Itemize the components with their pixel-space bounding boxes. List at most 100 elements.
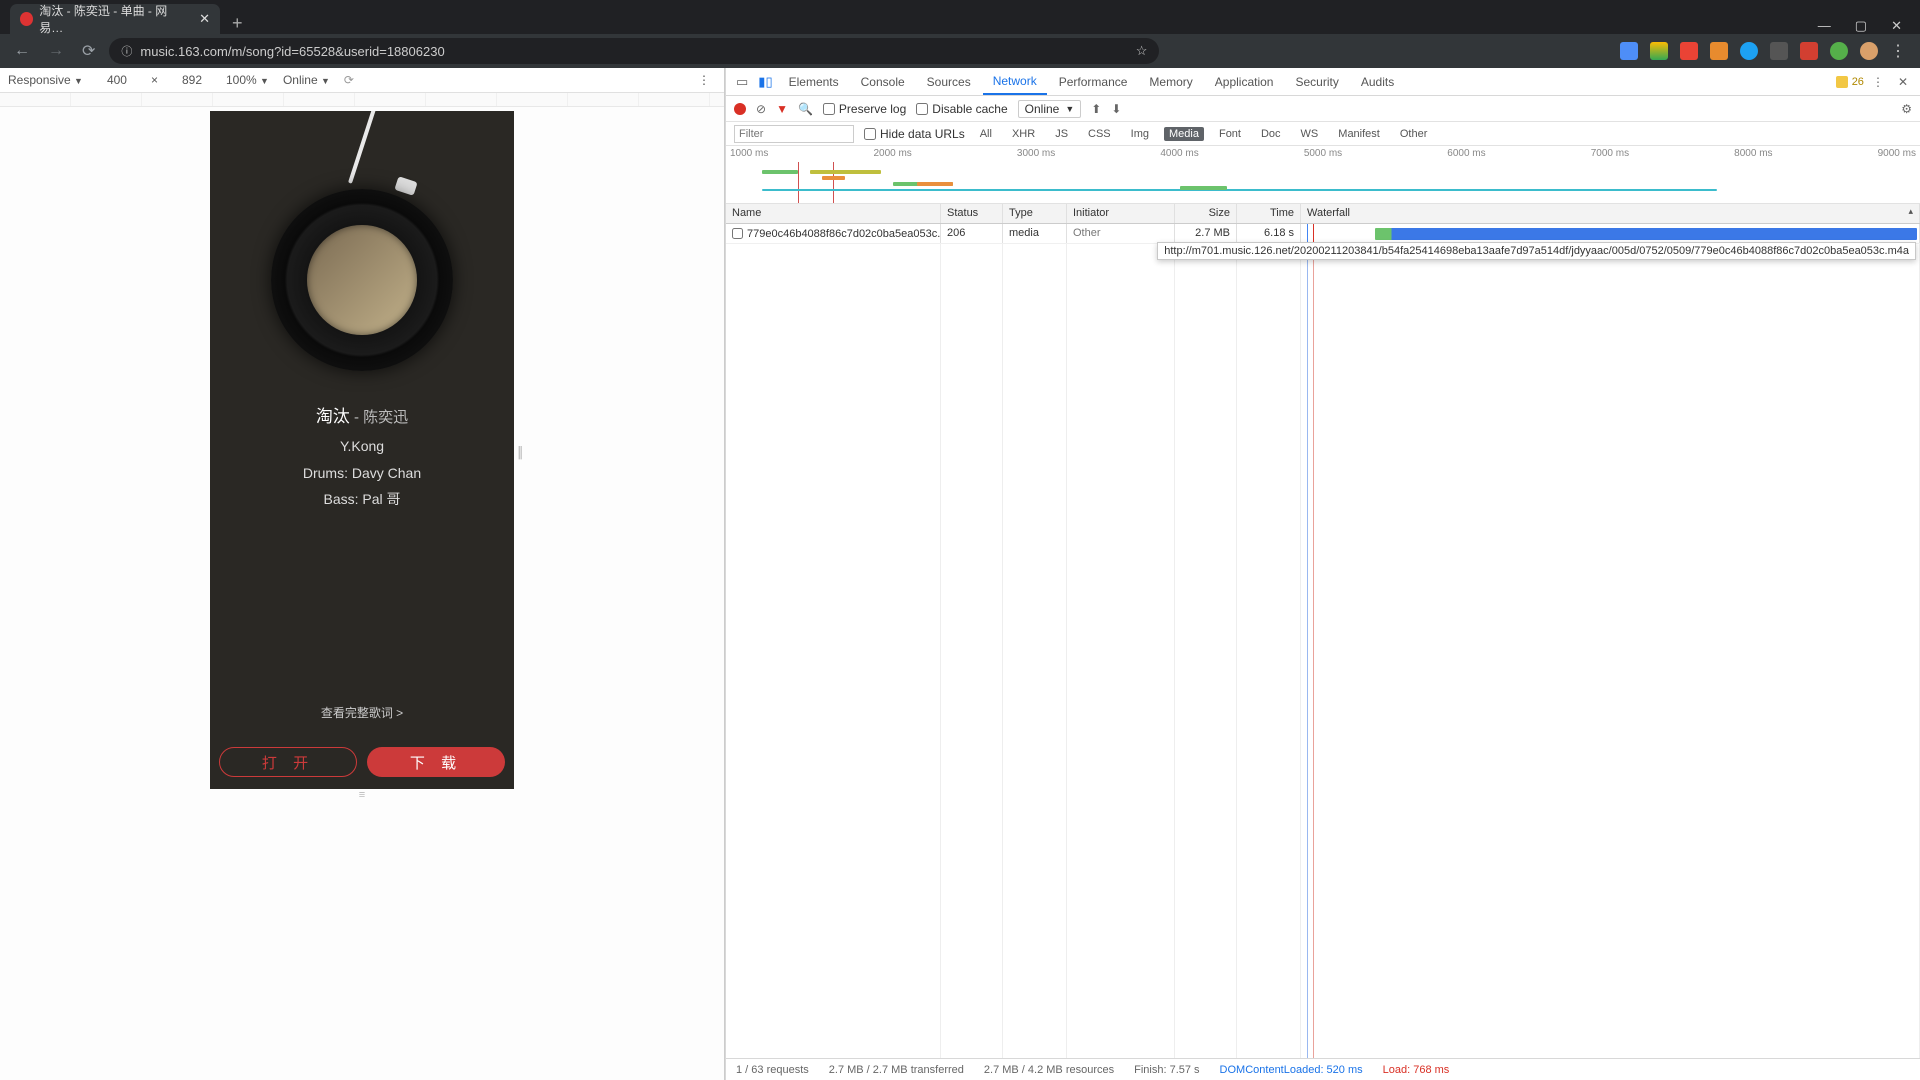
tab-network[interactable]: Network bbox=[983, 68, 1047, 95]
browser-tab[interactable]: 淘汰 - 陈奕迅 - 单曲 - 网易… ✕ bbox=[10, 4, 220, 34]
back-button[interactable]: ← bbox=[10, 42, 34, 60]
address-bar[interactable]: ⓘ music.163.com/m/song?id=65528&userid=1… bbox=[109, 38, 1159, 64]
col-name-header[interactable]: Name bbox=[726, 204, 941, 223]
device-ruler[interactable] bbox=[0, 93, 724, 107]
network-timeline[interactable]: 1000 ms 2000 ms 3000 ms 4000 ms 5000 ms … bbox=[726, 146, 1920, 204]
browser-menu-icon[interactable]: ⋮ bbox=[1890, 41, 1906, 61]
disable-cache-checkbox[interactable]: Disable cache bbox=[916, 102, 1007, 116]
type-pill-img[interactable]: Img bbox=[1126, 127, 1154, 141]
inspect-icon[interactable]: ▭ bbox=[732, 74, 752, 90]
tab-audits[interactable]: Audits bbox=[1351, 68, 1404, 95]
download-har-icon[interactable]: ⬇ bbox=[1111, 102, 1121, 116]
status-requests: 1 / 63 requests bbox=[736, 1064, 809, 1076]
network-request-row[interactable]: 779e0c46b4088f86c7d02c0ba5ea053c.m4a 206… bbox=[726, 224, 1920, 244]
device-resize-handle[interactable]: ≡ bbox=[210, 789, 514, 803]
type-pill-manifest[interactable]: Manifest bbox=[1333, 127, 1385, 141]
device-throttle-select[interactable]: Online ▼ bbox=[283, 73, 330, 87]
tab-sources[interactable]: Sources bbox=[917, 68, 981, 95]
type-pill-css[interactable]: CSS bbox=[1083, 127, 1116, 141]
type-pill-other[interactable]: Other bbox=[1395, 127, 1433, 141]
forward-button[interactable]: → bbox=[44, 42, 68, 60]
tab-console[interactable]: Console bbox=[851, 68, 915, 95]
col-initiator-header[interactable]: Initiator bbox=[1067, 204, 1175, 223]
device-height-input[interactable]: 892 bbox=[172, 73, 212, 87]
clear-button[interactable]: ⊘ bbox=[756, 102, 766, 116]
bookmark-star-icon[interactable]: ☆ bbox=[1136, 43, 1148, 59]
site-info-icon[interactable]: ⓘ bbox=[121, 43, 132, 59]
devtools-menu-icon[interactable]: ⋮ bbox=[1866, 75, 1890, 89]
tab-title: 淘汰 - 陈奕迅 - 单曲 - 网易… bbox=[39, 2, 183, 36]
ext-icon-6[interactable] bbox=[1770, 42, 1788, 60]
col-size-header[interactable]: Size bbox=[1175, 204, 1237, 223]
network-table-header[interactable]: Name Status Type Initiator Size Time Wat… bbox=[726, 204, 1920, 224]
devtools-close-icon[interactable]: ✕ bbox=[1892, 75, 1914, 89]
ext-icon-7[interactable] bbox=[1800, 42, 1818, 60]
ext-icon-5[interactable] bbox=[1740, 42, 1758, 60]
resize-handle-icon[interactable]: ║ bbox=[516, 447, 524, 459]
ext-icon-3[interactable] bbox=[1680, 42, 1698, 60]
type-pill-ws[interactable]: WS bbox=[1296, 127, 1324, 141]
network-settings-icon[interactable]: ⚙ bbox=[1901, 102, 1912, 116]
type-pill-xhr[interactable]: XHR bbox=[1007, 127, 1040, 141]
request-waterfall bbox=[1301, 224, 1920, 243]
type-pill-all[interactable]: All bbox=[975, 127, 997, 141]
status-domcontentloaded: DOMContentLoaded: 520 ms bbox=[1220, 1064, 1363, 1076]
device-toolbar: Responsive ▼ 400 × 892 100% ▼ Online ▼ ⟳… bbox=[0, 68, 724, 93]
filter-input[interactable] bbox=[734, 125, 854, 143]
download-button[interactable]: 下 载 bbox=[367, 747, 505, 777]
ext-icon-4[interactable] bbox=[1710, 42, 1728, 60]
record-button[interactable] bbox=[734, 103, 746, 115]
view-lyrics-link[interactable]: 查看完整歌词 > bbox=[210, 704, 514, 721]
window-close-button[interactable]: ✕ bbox=[1891, 18, 1902, 34]
search-icon[interactable]: 🔍 bbox=[798, 102, 813, 116]
tab-elements[interactable]: Elements bbox=[779, 68, 849, 95]
devtools-header: ▭ ▮▯ Elements Console Sources Network Pe… bbox=[726, 68, 1920, 96]
tab-performance[interactable]: Performance bbox=[1049, 68, 1138, 95]
reload-button[interactable]: ⟳ bbox=[78, 41, 99, 61]
tab-application[interactable]: Application bbox=[1205, 68, 1284, 95]
extensions-tray: ⋮ bbox=[1620, 41, 1910, 61]
preserve-log-checkbox[interactable]: Preserve log bbox=[823, 102, 906, 116]
window-minimize-button[interactable]: — bbox=[1818, 18, 1831, 34]
open-app-button[interactable]: 打 开 bbox=[219, 747, 357, 777]
device-mode-select[interactable]: Responsive ▼ bbox=[8, 73, 83, 87]
type-pill-js[interactable]: JS bbox=[1050, 127, 1073, 141]
col-time-header[interactable]: Time bbox=[1237, 204, 1301, 223]
throttle-select[interactable]: Online▼ bbox=[1018, 100, 1082, 118]
filter-funnel-icon[interactable]: ▼ bbox=[776, 102, 788, 116]
col-status-header[interactable]: Status bbox=[941, 204, 1003, 223]
avatar-icon[interactable] bbox=[1860, 42, 1878, 60]
upload-har-icon[interactable]: ⬆ bbox=[1091, 102, 1101, 116]
toggle-device-icon[interactable]: ▮▯ bbox=[754, 74, 776, 90]
ext-icon-2[interactable] bbox=[1650, 42, 1668, 60]
device-more-icon[interactable]: ⋮ bbox=[698, 73, 716, 87]
status-transferred: 2.7 MB / 2.7 MB transferred bbox=[829, 1064, 964, 1076]
ext-icon-8[interactable] bbox=[1830, 42, 1848, 60]
tl-tick: 1000 ms bbox=[730, 148, 768, 159]
new-tab-button[interactable]: + bbox=[220, 13, 255, 34]
tl-tick: 7000 ms bbox=[1591, 148, 1629, 159]
tab-security[interactable]: Security bbox=[1285, 68, 1348, 95]
rotate-icon[interactable]: ⟳ bbox=[344, 73, 354, 87]
hide-data-urls-checkbox[interactable]: Hide data URLs bbox=[864, 127, 965, 141]
ext-icon-1[interactable] bbox=[1620, 42, 1638, 60]
type-pill-font[interactable]: Font bbox=[1214, 127, 1246, 141]
song-title: 淘汰 bbox=[316, 407, 350, 426]
warnings-badge[interactable]: 26 bbox=[1836, 76, 1864, 88]
device-width-input[interactable]: 400 bbox=[97, 73, 137, 87]
type-pill-media[interactable]: Media bbox=[1164, 127, 1204, 141]
request-time: 6.18 s bbox=[1237, 224, 1301, 243]
col-waterfall-header[interactable]: Waterfall bbox=[1301, 204, 1920, 223]
tab-memory[interactable]: Memory bbox=[1139, 68, 1202, 95]
emulated-viewport[interactable]: 淘汰 - 陈奕迅 Y.Kong Drums: Davy Chan Bass: P… bbox=[210, 111, 514, 789]
close-tab-icon[interactable]: ✕ bbox=[199, 11, 210, 27]
credit-line-3: Bass: Pal 哥 bbox=[210, 486, 514, 513]
song-title-line: 淘汰 - 陈奕迅 bbox=[210, 401, 514, 433]
col-type-header[interactable]: Type bbox=[1003, 204, 1067, 223]
tl-tick: 9000 ms bbox=[1878, 148, 1916, 159]
type-pill-doc[interactable]: Doc bbox=[1256, 127, 1286, 141]
window-maximize-button[interactable]: ▢ bbox=[1855, 18, 1867, 34]
request-url-tooltip: http://m701.music.126.net/20200211203841… bbox=[1157, 242, 1916, 260]
row-checkbox[interactable] bbox=[732, 228, 743, 239]
device-zoom-select[interactable]: 100% ▼ bbox=[226, 73, 269, 87]
